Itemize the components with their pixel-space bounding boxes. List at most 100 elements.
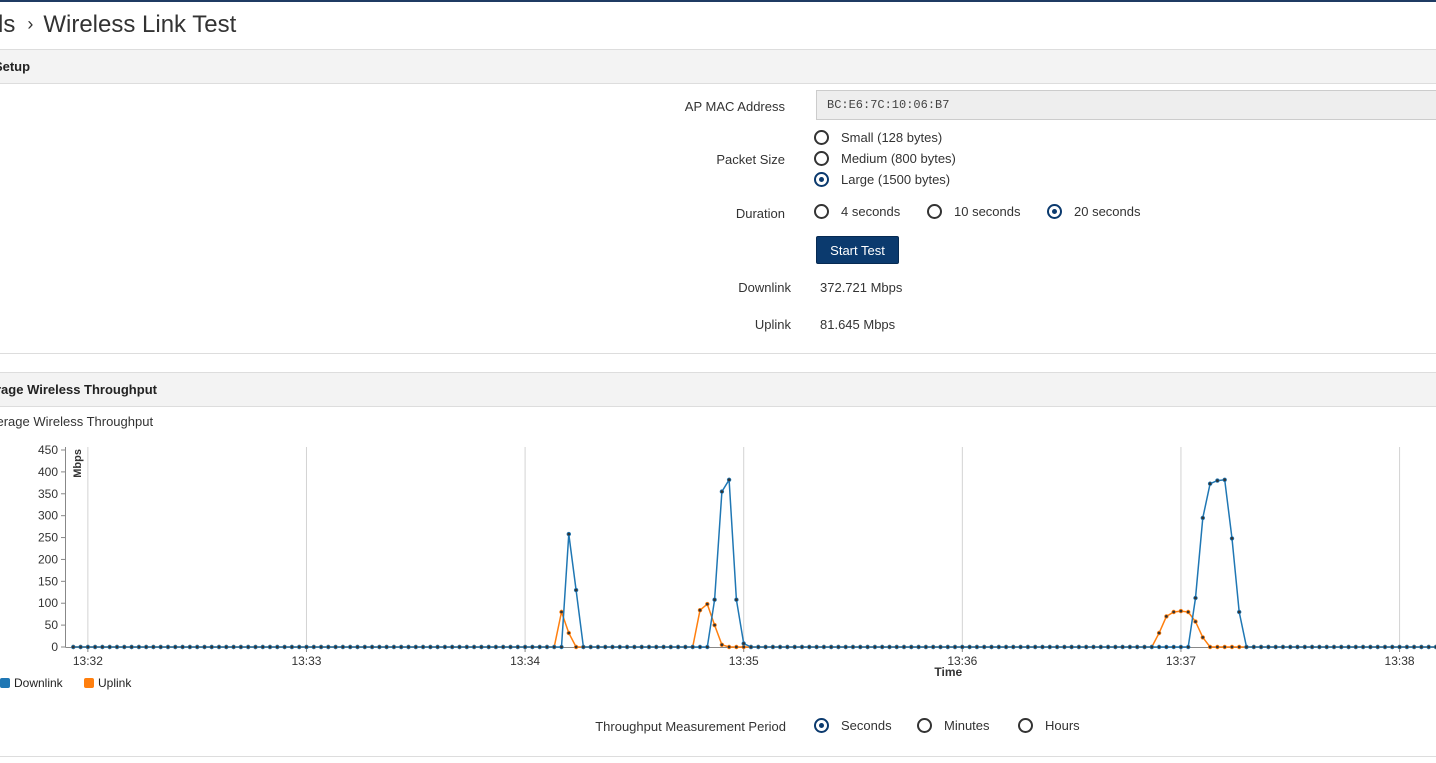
downlink-point: [1244, 644, 1249, 650]
downlink-point: [413, 644, 418, 650]
downlink-point: [1054, 644, 1060, 650]
downlink-point: [712, 597, 717, 602]
downlink-point: [435, 644, 440, 650]
breadcrumb-parent-link[interactable]: ls: [0, 11, 15, 38]
downlink-point: [71, 644, 76, 650]
downlink-point: [260, 644, 265, 650]
test-setup-header[interactable]: t Setup: [0, 49, 1436, 84]
downlink-point: [143, 644, 149, 650]
legend-item-uplink[interactable]: Uplink: [84, 676, 131, 690]
radio-label: Medium (800 bytes): [841, 151, 956, 166]
mac-address-field[interactable]: BC:E6:7C:10:06:B7: [816, 90, 1436, 120]
radio-label: Large (1500 bytes): [841, 172, 951, 187]
downlink-point: [151, 644, 156, 650]
downlink-point: [486, 644, 491, 650]
throughput-header[interactable]: rage Wireless Throughput: [0, 372, 1436, 407]
uplink-point: [573, 644, 579, 650]
downlink-point: [719, 489, 725, 494]
x-axis-title: Time: [934, 665, 962, 676]
y-tick-label: 350: [38, 487, 58, 501]
duration-4s-radio[interactable]: 4 seconds: [814, 204, 900, 219]
downlink-point: [595, 644, 601, 650]
downlink-point: [821, 644, 827, 650]
y-tick-label: 200: [38, 552, 58, 566]
chart-axes: 13:32 13:33 13:34 13:35 13:36 13:37 13:3805010…: [38, 443, 1436, 676]
packet-size-large-radio[interactable]: Large (1500 bytes): [814, 172, 950, 187]
downlink-point: [632, 644, 637, 650]
downlink-point: [814, 644, 819, 650]
radio-label: Hours: [1045, 718, 1080, 733]
downlink-point: [836, 644, 841, 650]
radio-circle-icon: [814, 130, 829, 145]
radio-circle-icon: [814, 204, 829, 219]
x-tick-label: 13:37: [1166, 654, 1196, 668]
downlink-point: [100, 644, 105, 650]
downlink-point: [297, 644, 302, 650]
downlink-point: [1229, 536, 1235, 541]
radio-circle-icon: [814, 151, 829, 166]
uplink-point: [712, 622, 717, 628]
period-hours-radio[interactable]: Hours: [1018, 718, 1080, 733]
downlink-point: [785, 644, 790, 650]
downlink-point: [1200, 515, 1205, 521]
radio-label: 10 seconds: [954, 204, 1021, 219]
downlink-point: [1360, 644, 1366, 650]
uplink-point: [1178, 608, 1184, 614]
downlink-point: [1142, 644, 1147, 650]
downlink-point: [1207, 481, 1213, 486]
uplink-point: [726, 644, 732, 650]
downlink-point: [705, 644, 710, 650]
downlink-point: [1149, 644, 1154, 650]
downlink-point: [399, 644, 404, 650]
uplink-point: [1193, 619, 1198, 624]
downlink-point: [340, 644, 346, 650]
downlink-point: [1251, 644, 1256, 650]
downlink-point: [1295, 644, 1300, 650]
downlink-point: [231, 644, 236, 650]
downlink-point: [1040, 644, 1045, 650]
downlink-point: [872, 644, 878, 650]
downlink-point: [661, 644, 666, 650]
downlink-point: [726, 477, 732, 482]
y-tick-label: 400: [38, 465, 58, 479]
uplink-point: [1207, 644, 1213, 650]
uplink-point: [559, 609, 564, 615]
downlink-point: [1397, 644, 1402, 650]
radio-selected-icon: [814, 172, 829, 187]
downlink-point: [1134, 644, 1140, 650]
legend-item-downlink[interactable]: Downlink: [0, 676, 63, 690]
downlink-point: [960, 644, 965, 650]
downlink-point: [654, 644, 659, 650]
radio-circle-icon: [917, 718, 932, 733]
period-minutes-radio[interactable]: Minutes: [917, 718, 990, 733]
packet-size-medium-radio[interactable]: Medium (800 bytes): [814, 151, 956, 166]
top-accent-bar: [0, 0, 1436, 2]
downlink-point: [1382, 644, 1388, 650]
legend-label: Uplink: [98, 676, 132, 690]
duration-10s-radio[interactable]: 10 seconds: [927, 204, 1021, 219]
downlink-point: [253, 644, 258, 650]
uplink-point: [1164, 614, 1169, 619]
x-tick-label: 13:35: [729, 654, 759, 668]
uplink-point: [741, 644, 746, 650]
section-divider: [0, 756, 1436, 757]
period-seconds-radio[interactable]: Seconds: [814, 718, 892, 733]
packet-size-small-radio[interactable]: Small (128 bytes): [814, 130, 942, 145]
downlink-point: [245, 644, 251, 650]
downlink-point: [544, 644, 550, 650]
x-tick-label: 13:33: [291, 654, 321, 668]
uplink-point: [1236, 644, 1242, 650]
duration-20s-radio[interactable]: 20 seconds: [1047, 204, 1141, 219]
y-tick-label: 300: [38, 509, 58, 523]
downlink-point: [792, 644, 797, 650]
radio-circle-icon: [927, 204, 942, 219]
downlink-point: [1368, 644, 1373, 650]
uplink-point: [1229, 644, 1235, 650]
downlink-point: [996, 644, 1001, 650]
start-test-button[interactable]: Start Test: [816, 236, 899, 264]
downlink-point: [777, 644, 783, 650]
downlink-point: [850, 644, 856, 650]
downlink-point: [683, 644, 688, 650]
downlink-point: [858, 644, 863, 650]
downlink-point: [865, 644, 870, 650]
